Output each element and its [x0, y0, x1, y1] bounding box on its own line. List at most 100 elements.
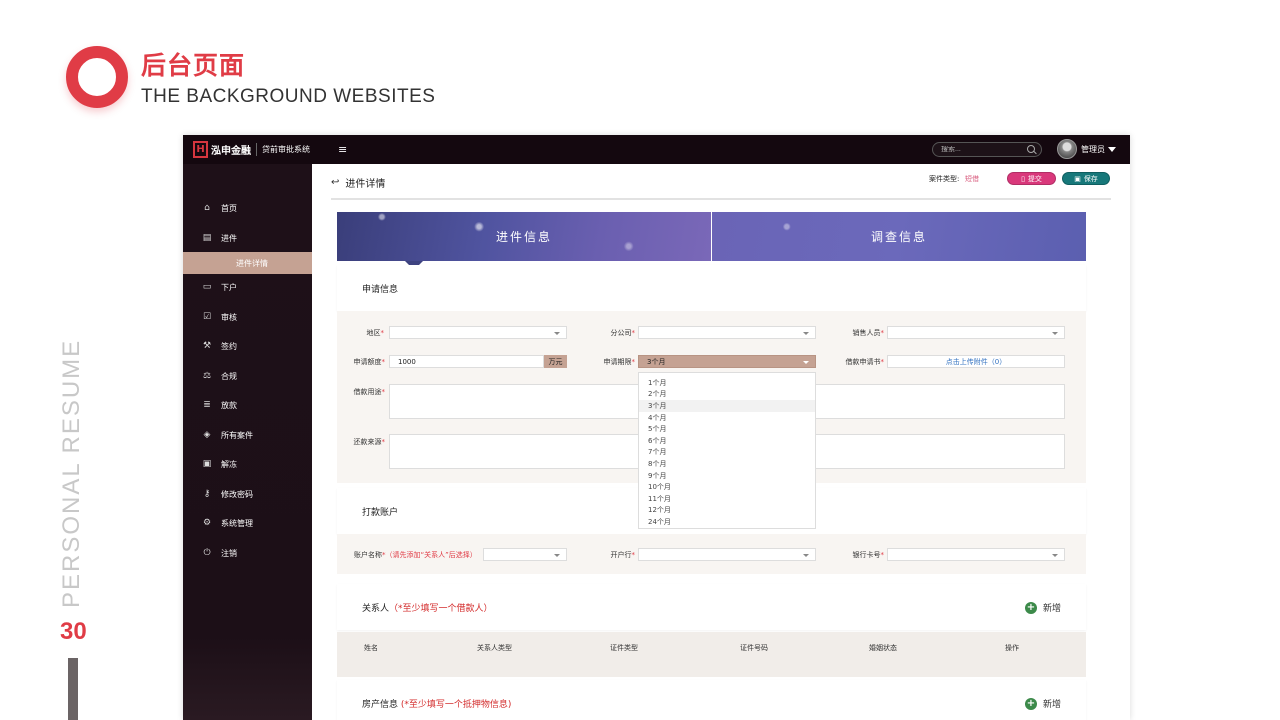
- main-content: ↩ 进件详情 案件类型: 短借 ▯ 提交 ▣ 保存 进件信息 调查信息 申请信息…: [312, 164, 1130, 720]
- top-bar: H 泓申金融 贷前审批系统 ≡ 管理员: [183, 135, 1130, 164]
- sidebar-item-contract[interactable]: ⚒ 签约: [183, 335, 312, 357]
- term-option[interactable]: 6个月: [639, 435, 815, 447]
- contacts-title: 关系人: [362, 603, 390, 614]
- term-option[interactable]: 12个月: [639, 505, 815, 517]
- term-option[interactable]: 5个月: [639, 423, 815, 435]
- inbox-icon: ▭: [202, 282, 212, 292]
- system-name: 贷前审批系统: [262, 145, 310, 154]
- sidebar-item-logout[interactable]: ⏻ 注销: [183, 542, 312, 564]
- contacts-hint: （*至少填写一个借款人）: [389, 603, 493, 614]
- amount-input[interactable]: 1000: [389, 355, 544, 368]
- sidebar-item-review[interactable]: ☑ 审核: [183, 306, 312, 328]
- avatar[interactable]: [1057, 139, 1077, 159]
- col-relation-type: 关系人类型: [477, 643, 512, 652]
- col-id-number: 证件号码: [740, 643, 768, 652]
- menu-toggle-icon[interactable]: ≡: [338, 143, 347, 156]
- sidebar-item-unfreeze[interactable]: ▣ 解冻: [183, 453, 312, 475]
- plus-icon: +: [1025, 697, 1037, 710]
- sales-select[interactable]: [887, 326, 1065, 339]
- gear-icon: ⚙: [202, 518, 212, 528]
- sidebar-item-change-password[interactable]: ⚷ 修改密码: [183, 483, 312, 505]
- plus-icon: +: [1025, 601, 1037, 614]
- save-button[interactable]: ▣ 保存: [1062, 172, 1110, 185]
- sidebar-item-label: 签约: [221, 341, 237, 351]
- vertical-caption: PERSONAL RESUME: [58, 338, 85, 608]
- term-select[interactable]: 3个月: [638, 355, 816, 368]
- term-option[interactable]: 7个月: [639, 447, 815, 459]
- submit-button[interactable]: ▯ 提交: [1007, 172, 1056, 185]
- sidebar-item-system[interactable]: ⚙ 系统管理: [183, 512, 312, 534]
- term-option-selected[interactable]: 3个月: [639, 400, 815, 412]
- bank-select[interactable]: [638, 548, 816, 561]
- repay-label: 还款来源*: [353, 438, 386, 446]
- sidebar-item-application[interactable]: ▤ 进件: [183, 227, 312, 249]
- sidebar-item-label: 合规: [221, 371, 237, 381]
- brand-logo[interactable]: H 泓申金融 贷前审批系统: [193, 141, 310, 158]
- purpose-label: 借款用途*: [353, 388, 386, 396]
- bank-label: 开户行*: [610, 551, 636, 559]
- back-arrow-icon[interactable]: ↩: [331, 177, 339, 188]
- case-type-label: 案件类型:: [929, 175, 960, 183]
- section-application: 申请信息: [337, 265, 1086, 311]
- sidebar-item-visit[interactable]: ▭ 下户: [183, 276, 312, 298]
- upload-attachment-button[interactable]: 点击上传附件（0）: [887, 355, 1065, 368]
- user-name[interactable]: 管理员: [1081, 144, 1105, 155]
- tab-application-info[interactable]: 进件信息: [337, 212, 711, 261]
- card-select[interactable]: [887, 548, 1065, 561]
- col-name: 姓名: [364, 643, 378, 652]
- submit-label: 提交: [1027, 174, 1042, 183]
- file-icon: ▯: [1021, 174, 1025, 183]
- sales-label: 销售人员*: [852, 329, 885, 337]
- region-select[interactable]: [389, 326, 567, 339]
- slide-subtitle: THE BACKGROUND WEBSITES: [141, 86, 436, 107]
- sidebar-item-label: 注销: [221, 548, 237, 558]
- term-dropdown[interactable]: 1个月 2个月 3个月 4个月 5个月 6个月 7个月 8个月 9个月 10个月…: [638, 372, 816, 529]
- term-option[interactable]: 9个月: [639, 470, 815, 482]
- sidebar-item-compliance[interactable]: ⚖ 合规: [183, 365, 312, 387]
- sidebar-subitem-application-detail[interactable]: 进件详情: [183, 252, 312, 274]
- page-title: 进件详情: [345, 178, 386, 190]
- case-type-value: 短借: [965, 175, 979, 183]
- add-contact-button[interactable]: + 新增: [1025, 601, 1061, 614]
- home-icon: ⌂: [204, 203, 210, 213]
- slide-title: 后台页面: [141, 51, 246, 80]
- scale-icon: ⚖: [202, 371, 212, 381]
- term-option[interactable]: 24个月: [639, 516, 815, 528]
- region-label: 地区*: [366, 329, 385, 337]
- check-square-icon: ☑: [202, 312, 212, 322]
- account-name-select[interactable]: [483, 548, 567, 561]
- card-label: 银行卡号*: [852, 551, 885, 559]
- search-box[interactable]: [932, 142, 1042, 157]
- col-id-type: 证件类型: [610, 643, 638, 652]
- tab-bar: 进件信息 调查信息: [337, 212, 1086, 261]
- tab-investigation-info[interactable]: 调查信息: [712, 212, 1086, 261]
- sidebar-item-home[interactable]: ⌂ 首页: [183, 197, 312, 219]
- add-property-button[interactable]: + 新增: [1025, 697, 1061, 710]
- logo-text: 泓申金融: [211, 146, 251, 157]
- term-option[interactable]: 1个月: [639, 377, 815, 389]
- term-option[interactable]: 2个月: [639, 389, 815, 401]
- sidebar-item-label: 审核: [221, 312, 237, 322]
- page-header: ↩ 进件详情: [331, 172, 1111, 200]
- logo-divider: [256, 143, 257, 156]
- col-actions: 操作: [1005, 643, 1019, 652]
- search-icon[interactable]: [1027, 145, 1035, 153]
- property-hint: (*至少填写一个抵押物信息): [400, 699, 512, 710]
- form-panel: 进件信息 调查信息 申请信息 地区* 分公司* 销售人员* 申请额度* 1000…: [337, 212, 1086, 720]
- unlock-icon: ▣: [202, 459, 212, 469]
- term-option[interactable]: 10个月: [639, 481, 815, 493]
- floppy-icon: ▣: [1074, 174, 1081, 183]
- power-icon: ⏻: [203, 548, 211, 558]
- term-option[interactable]: 4个月: [639, 412, 815, 424]
- term-option[interactable]: 8个月: [639, 458, 815, 470]
- money-list-icon: ≣: [203, 400, 211, 410]
- layers-icon: ◈: [203, 430, 211, 440]
- chevron-down-icon[interactable]: [1108, 147, 1116, 152]
- contacts-table-body: [337, 663, 1086, 677]
- branch-select[interactable]: [638, 326, 816, 339]
- search-input[interactable]: [941, 146, 1026, 153]
- term-option[interactable]: 11个月: [639, 493, 815, 505]
- sidebar-item-disbursement[interactable]: ≣ 放款: [183, 394, 312, 416]
- sidebar: ⌂ 首页 ▤ 进件 进件详情 ▭ 下户 ☑ 审核 ⚒ 签约 ⚖ 合规 ≣ 放款 …: [183, 164, 312, 720]
- sidebar-item-all-cases[interactable]: ◈ 所有案件: [183, 424, 312, 446]
